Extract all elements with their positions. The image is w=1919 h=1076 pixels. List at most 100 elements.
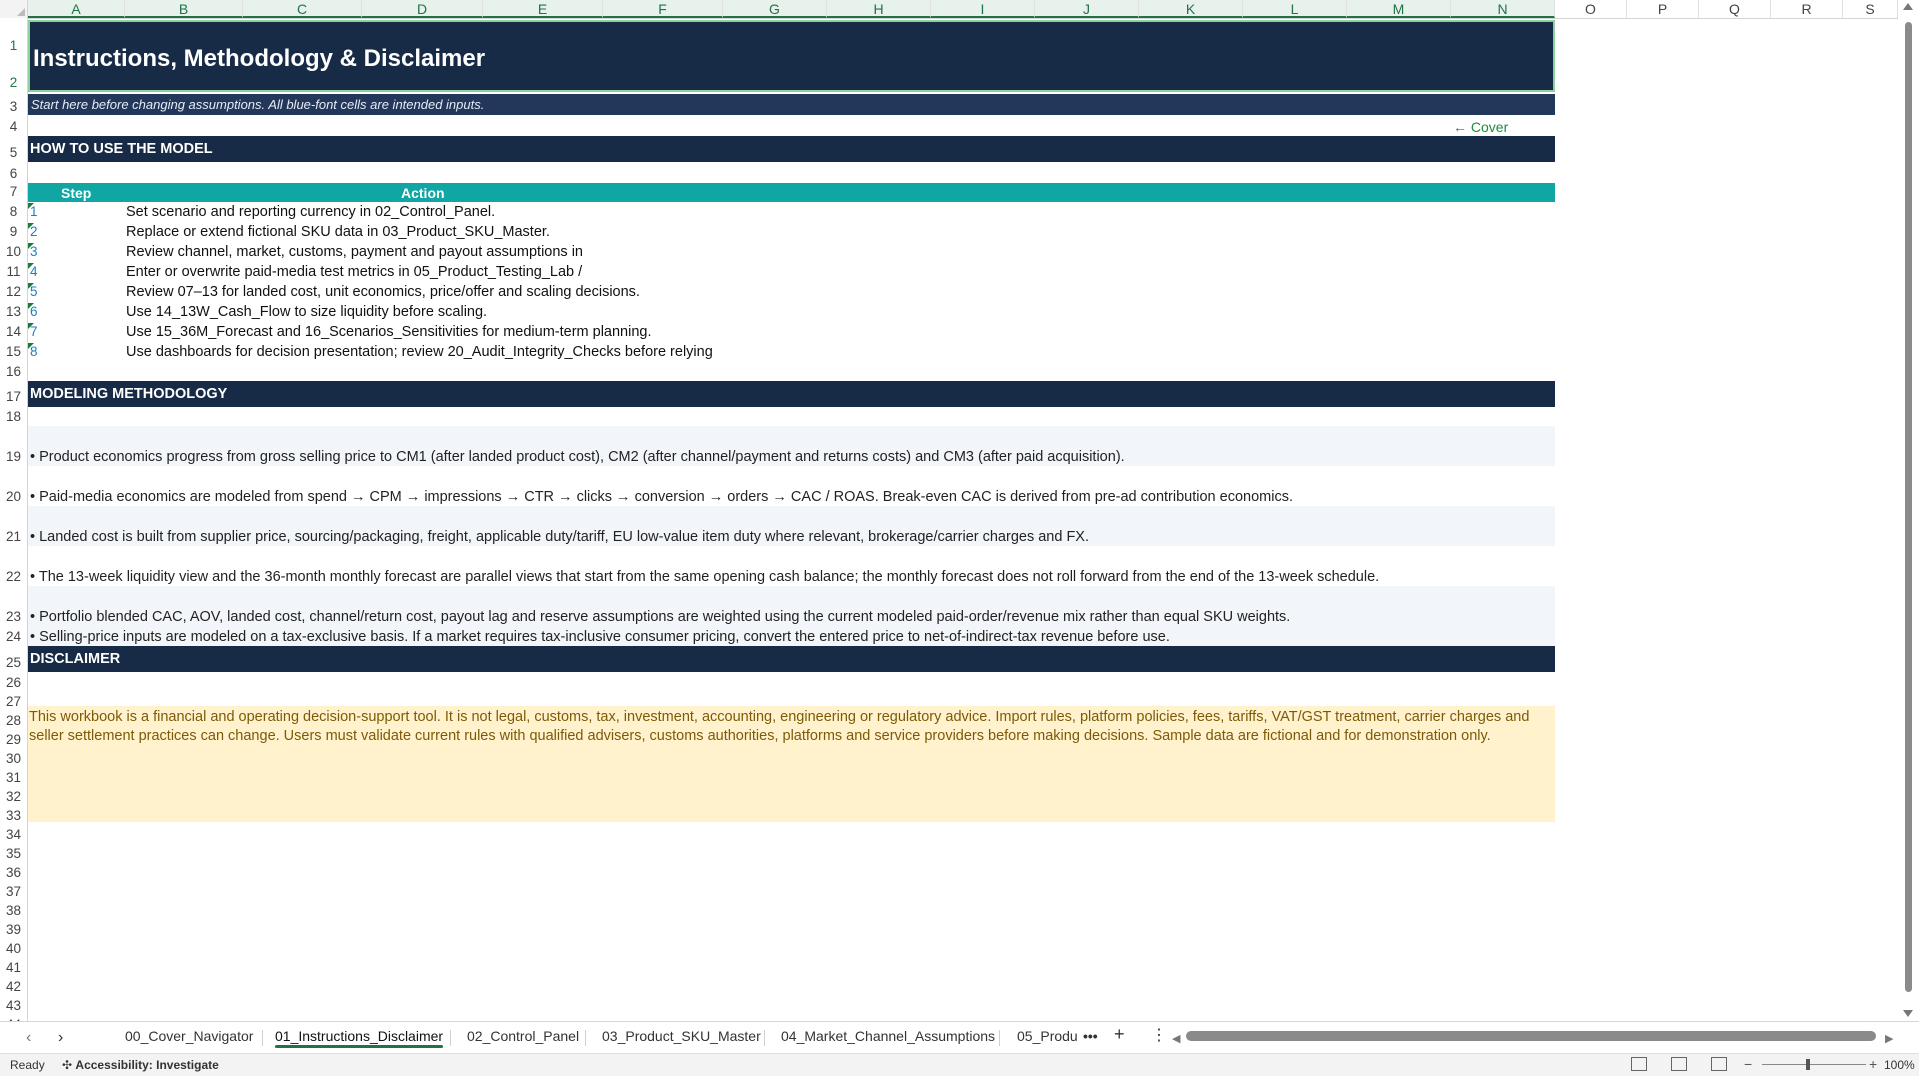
row-header[interactable]: 18 bbox=[0, 409, 27, 424]
tab-scroll-right-icon[interactable]: › bbox=[58, 1029, 63, 1047]
row-header[interactable]: 33 bbox=[0, 808, 27, 823]
step-number[interactable]: 2 bbox=[28, 223, 38, 239]
column-header[interactable]: L bbox=[1243, 0, 1347, 18]
column-header[interactable]: M bbox=[1347, 0, 1451, 18]
row-header[interactable]: 14 bbox=[0, 324, 27, 339]
step-number[interactable]: 3 bbox=[28, 243, 38, 259]
row-header[interactable]: 17 bbox=[0, 389, 27, 404]
scroll-thumb[interactable] bbox=[1905, 22, 1912, 992]
row-header[interactable]: 30 bbox=[0, 751, 27, 766]
row-header[interactable]: 29 bbox=[0, 732, 27, 747]
column-header[interactable]: J bbox=[1035, 0, 1139, 18]
step-number[interactable]: 1 bbox=[28, 203, 38, 219]
vertical-scrollbar[interactable] bbox=[1898, 0, 1919, 1021]
column-header[interactable]: D bbox=[362, 0, 483, 18]
section-header-methodology[interactable]: MODELING METHODOLOGY bbox=[28, 381, 1555, 407]
step-number[interactable]: 8 bbox=[28, 343, 38, 359]
table-row[interactable]: 4 Enter or overwrite paid-media test met… bbox=[28, 262, 1555, 282]
row-header[interactable]: 22 bbox=[0, 569, 27, 584]
row-header[interactable]: 12 bbox=[0, 284, 27, 299]
row-header[interactable]: 25 bbox=[0, 655, 27, 670]
column-header[interactable]: K bbox=[1139, 0, 1243, 18]
row-header[interactable]: 15 bbox=[0, 344, 27, 359]
column-header[interactable]: O bbox=[1555, 0, 1627, 18]
subtitle-cell[interactable]: Start here before changing assumptions. … bbox=[28, 94, 1555, 115]
page-break-view-icon[interactable] bbox=[1711, 1057, 1727, 1071]
step-action[interactable]: Use dashboards for decision presentation… bbox=[126, 344, 713, 360]
worksheet-grid[interactable]: Instructions, Methodology & Disclaimer S… bbox=[28, 18, 1898, 1021]
row-header[interactable]: 16 bbox=[0, 364, 27, 379]
row-header[interactable]: 5 bbox=[0, 145, 27, 160]
tab-scroll-left-icon[interactable]: ‹ bbox=[26, 1029, 31, 1047]
column-header[interactable]: Q bbox=[1699, 0, 1771, 18]
sheet-tab-active[interactable]: 01_Instructions_Disclaimer bbox=[275, 1028, 444, 1048]
table-row[interactable]: 6 Use 14_13W_Cash_Flow to size liquidity… bbox=[28, 302, 1555, 322]
column-header[interactable]: R bbox=[1771, 0, 1843, 18]
step-action[interactable]: Review 07–13 for landed cost, unit econo… bbox=[126, 284, 640, 300]
methodology-item[interactable]: • The 13-week liquidity view and the 36-… bbox=[28, 546, 1555, 586]
row-header[interactable]: 11 bbox=[0, 264, 27, 279]
row-header[interactable]: 24 bbox=[0, 629, 27, 644]
sheet-tab[interactable]: 00_Cover_Navigator bbox=[125, 1028, 253, 1044]
step-number[interactable]: 4 bbox=[28, 263, 38, 279]
step-action[interactable]: Use 14_13W_Cash_Flow to size liquidity b… bbox=[126, 304, 487, 320]
zoom-out-icon[interactable]: − bbox=[1744, 1056, 1752, 1072]
row-header[interactable]: 19 bbox=[0, 449, 27, 464]
row-header[interactable]: 4 bbox=[0, 119, 27, 134]
hscroll-right-icon[interactable]: ▶ bbox=[1885, 1032, 1893, 1045]
row-header[interactable]: 31 bbox=[0, 770, 27, 785]
column-header[interactable]: B bbox=[125, 0, 243, 18]
row-header[interactable]: 21 bbox=[0, 529, 27, 544]
row-header[interactable]: 32 bbox=[0, 789, 27, 804]
methodology-item[interactable]: • Portfolio blended CAC, AOV, landed cos… bbox=[28, 586, 1555, 626]
column-header[interactable]: P bbox=[1627, 0, 1699, 18]
select-all-corner[interactable] bbox=[0, 0, 28, 18]
table-row[interactable]: 8 Use dashboards for decision presentati… bbox=[28, 342, 1555, 362]
column-header[interactable]: H bbox=[827, 0, 931, 18]
row-header[interactable]: 42 bbox=[0, 979, 27, 994]
step-action[interactable]: Set scenario and reporting currency in 0… bbox=[126, 204, 495, 220]
row-header[interactable]: 3 bbox=[0, 99, 27, 114]
row-header[interactable]: 26 bbox=[0, 675, 27, 690]
column-header[interactable]: A bbox=[28, 0, 125, 18]
step-number[interactable]: 6 bbox=[28, 303, 38, 319]
step-action[interactable]: Use 15_36M_Forecast and 16_Scenarios_Sen… bbox=[126, 324, 652, 340]
row-header[interactable]: 20 bbox=[0, 489, 27, 504]
row-header[interactable]: 7 bbox=[0, 184, 27, 199]
table-row[interactable]: 1 Set scenario and reporting currency in… bbox=[28, 202, 1555, 222]
disclaimer-cell[interactable]: This workbook is a financial and operati… bbox=[28, 706, 1555, 822]
step-number[interactable]: 5 bbox=[28, 283, 38, 299]
row-header[interactable]: 43 bbox=[0, 998, 27, 1013]
add-sheet-icon[interactable]: + bbox=[1114, 1024, 1125, 1045]
steps-table-header[interactable]: Step Action bbox=[28, 183, 1555, 202]
column-header[interactable]: G bbox=[723, 0, 827, 18]
scroll-thumb[interactable] bbox=[1186, 1031, 1876, 1041]
row-header[interactable]: 28 bbox=[0, 713, 27, 728]
scroll-up-icon[interactable] bbox=[1903, 3, 1913, 10]
row-header[interactable]: 39 bbox=[0, 922, 27, 937]
column-header[interactable]: F bbox=[603, 0, 723, 18]
row-header[interactable]: 1 bbox=[0, 38, 27, 53]
sheet-tab[interactable]: 05_Produ bbox=[1017, 1028, 1078, 1044]
column-header[interactable]: N bbox=[1451, 0, 1555, 18]
methodology-item[interactable]: • Landed cost is built from supplier pri… bbox=[28, 506, 1555, 546]
step-action[interactable]: Replace or extend fictional SKU data in … bbox=[126, 224, 550, 240]
normal-view-icon[interactable] bbox=[1631, 1057, 1647, 1071]
title-cell[interactable]: Instructions, Methodology & Disclaimer bbox=[28, 20, 1555, 92]
sheet-tab[interactable]: 03_Product_SKU_Master bbox=[602, 1028, 761, 1044]
row-header[interactable]: 37 bbox=[0, 884, 27, 899]
table-row[interactable]: 3 Review channel, market, customs, payme… bbox=[28, 242, 1555, 262]
row-header[interactable]: 35 bbox=[0, 846, 27, 861]
row-header[interactable]: 38 bbox=[0, 903, 27, 918]
column-header[interactable]: E bbox=[483, 0, 603, 18]
step-action[interactable]: Review channel, market, customs, payment… bbox=[126, 244, 583, 260]
row-header[interactable]: 36 bbox=[0, 865, 27, 880]
sheet-tab[interactable]: 04_Market_Channel_Assumptions bbox=[781, 1028, 995, 1044]
methodology-item[interactable]: • Paid-media economics are modeled from … bbox=[28, 466, 1555, 506]
page-layout-view-icon[interactable] bbox=[1671, 1057, 1687, 1071]
row-header[interactable]: 9 bbox=[0, 224, 27, 239]
cover-link[interactable]: ← Cover bbox=[1453, 119, 1508, 135]
table-row[interactable]: 2 Replace or extend fictional SKU data i… bbox=[28, 222, 1555, 242]
row-header[interactable]: 40 bbox=[0, 941, 27, 956]
section-header-how[interactable]: HOW TO USE THE MODEL bbox=[28, 136, 1555, 162]
